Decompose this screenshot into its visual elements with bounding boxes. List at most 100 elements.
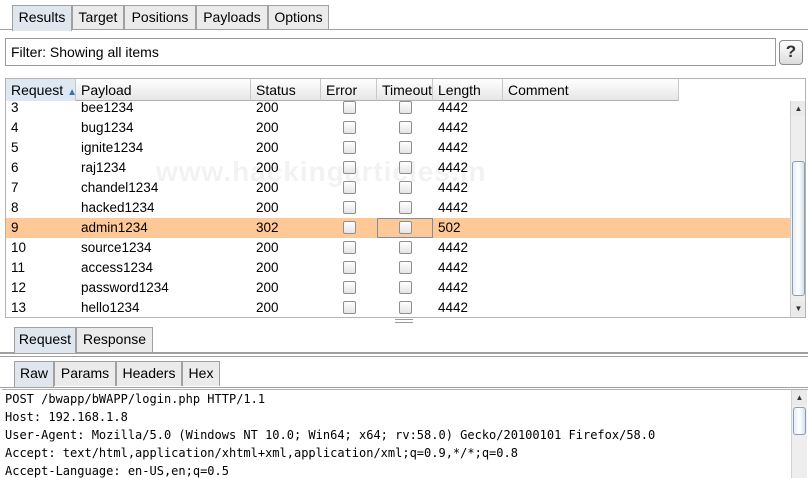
raw-scrollbar[interactable]: ▲ [791, 390, 807, 478]
column-header-length[interactable]: Length [433, 79, 503, 101]
intruder-tab-bar: Results Target Positions Payloads Option… [0, 0, 808, 31]
timeout-checkbox[interactable] [399, 281, 412, 294]
error-checkbox[interactable] [343, 161, 356, 174]
results-scrollbar[interactable]: ▲ ▼ [790, 101, 805, 317]
cell-payload: bug1234 [81, 120, 134, 135]
cell-length: 4442 [438, 300, 469, 315]
cell-status: 200 [256, 240, 279, 255]
tab-results[interactable]: Results [12, 5, 72, 31]
table-row[interactable]: 13 hello1234 200 4442 [6, 298, 791, 317]
cell-status: 200 [256, 260, 279, 275]
table-row[interactable]: 7 chandel1234 200 4442 [6, 178, 791, 198]
timeout-checkbox[interactable] [399, 201, 412, 214]
table-row[interactable]: 10 source1234 200 4442 [6, 238, 791, 258]
error-checkbox[interactable] [343, 221, 356, 234]
column-header-status[interactable]: Status [251, 79, 321, 101]
cell-status: 200 [256, 160, 279, 175]
error-checkbox[interactable] [343, 201, 356, 214]
column-header-comment[interactable]: Comment [503, 79, 679, 101]
table-row[interactable]: 4 bug1234 200 4442 [6, 118, 791, 138]
table-row[interactable]: 11 access1234 200 4442 [6, 258, 791, 278]
cell-status: 200 [256, 180, 279, 195]
cell-request: 4 [11, 120, 19, 135]
tab-payloads[interactable]: Payloads [196, 5, 268, 30]
timeout-checkbox[interactable] [399, 301, 412, 314]
cell-request: 6 [11, 160, 19, 175]
cell-length: 4442 [438, 200, 469, 215]
column-header-request[interactable]: Request ▲ [6, 79, 77, 101]
cell-length: 4442 [438, 280, 469, 295]
cell-payload: access1234 [81, 260, 154, 275]
table-row[interactable]: 5 ignite1234 200 4442 [6, 138, 791, 158]
table-row[interactable]: 6 raj1234 200 4442 [6, 158, 791, 178]
cell-payload: hacked1234 [81, 200, 155, 215]
table-row[interactable]: 3 bee1234 200 4442 [6, 101, 791, 118]
column-header-payload[interactable]: Payload [76, 79, 251, 101]
tab-raw[interactable]: Raw [14, 361, 54, 387]
cell-payload: hello1234 [81, 300, 140, 315]
cell-request: 11 [11, 260, 26, 275]
cell-length: 4442 [438, 120, 469, 135]
error-checkbox[interactable] [343, 101, 356, 114]
scrollbar-thumb[interactable] [793, 407, 806, 435]
cell-payload: password1234 [81, 280, 169, 295]
cell-status: 302 [256, 220, 279, 235]
error-checkbox[interactable] [343, 121, 356, 134]
request-response-tab-bar: Request Response [0, 324, 808, 354]
table-row[interactable]: 8 hacked1234 200 4442 [6, 198, 791, 218]
results-table: Request ▲ Payload Status Error Timeout Le… [5, 78, 806, 318]
timeout-checkbox[interactable] [399, 141, 412, 154]
results-filter-bar[interactable]: Filter: Showing all items [5, 38, 776, 66]
table-row[interactable]: 9 admin1234 302 502 [6, 218, 791, 238]
tab-hex[interactable]: Hex [182, 361, 220, 386]
tab-params[interactable]: Params [54, 361, 116, 386]
tab-bar-divider [0, 387, 808, 388]
tab-request[interactable]: Request [14, 327, 76, 353]
cell-payload: raj1234 [81, 160, 127, 175]
timeout-checkbox[interactable] [399, 121, 412, 134]
timeout-checkbox[interactable] [399, 181, 412, 194]
tab-positions[interactable]: Positions [124, 5, 196, 30]
error-checkbox[interactable] [343, 141, 356, 154]
timeout-checkbox[interactable] [399, 241, 412, 254]
error-checkbox[interactable] [343, 301, 356, 314]
focused-cell-outline [377, 218, 433, 238]
raw-line-request-line: POST /bwapp/bWAPP/login.php HTTP/1.1 [5, 392, 266, 406]
raw-request-editor[interactable]: POST /bwapp/bWAPP/login.php HTTP/1.1 Hos… [2, 389, 808, 478]
cell-status: 200 [256, 140, 279, 155]
cell-length: 4442 [438, 180, 469, 195]
table-row[interactable]: 12 password1234 200 4442 [6, 278, 791, 298]
column-header-timeout[interactable]: Timeout [377, 79, 433, 101]
cell-request: 9 [11, 220, 19, 235]
scroll-down-arrow-icon[interactable]: ▼ [791, 301, 805, 316]
split-pane-handle[interactable] [395, 319, 413, 323]
column-header-error[interactable]: Error [321, 79, 377, 101]
timeout-checkbox[interactable] [399, 261, 412, 274]
cell-length: 4442 [438, 140, 469, 155]
scroll-up-arrow-icon[interactable]: ▲ [791, 101, 805, 116]
raw-line-accept: Accept: text/html,application/xhtml+xml,… [5, 446, 518, 460]
error-checkbox[interactable] [343, 261, 356, 274]
scroll-up-arrow-icon[interactable]: ▲ [792, 390, 807, 405]
tab-response[interactable]: Response [76, 327, 153, 352]
cell-status: 200 [256, 120, 279, 135]
table-body: www.hackingarticles.in 3 bee1234 200 4442 4 b… [6, 101, 791, 317]
tab-headers[interactable]: Headers [116, 361, 182, 386]
cell-length: 4442 [438, 101, 469, 115]
error-checkbox[interactable] [343, 181, 356, 194]
tab-options[interactable]: Options [268, 5, 329, 30]
error-checkbox[interactable] [343, 281, 356, 294]
help-button[interactable]: ? [779, 40, 803, 65]
timeout-checkbox[interactable] [399, 161, 412, 174]
cell-request: 13 [11, 300, 27, 315]
cell-request: 8 [11, 200, 19, 215]
cell-payload: source1234 [81, 240, 152, 255]
error-checkbox[interactable] [343, 241, 356, 254]
column-header-label: Request [11, 82, 64, 98]
cell-length: 4442 [438, 160, 469, 175]
scrollbar-thumb[interactable] [792, 161, 805, 296]
timeout-checkbox[interactable] [399, 101, 412, 114]
raw-line-user-agent: User-Agent: Mozilla/5.0 (Windows NT 10.0… [5, 428, 656, 442]
tab-target[interactable]: Target [72, 5, 124, 30]
cell-status: 200 [256, 200, 279, 215]
